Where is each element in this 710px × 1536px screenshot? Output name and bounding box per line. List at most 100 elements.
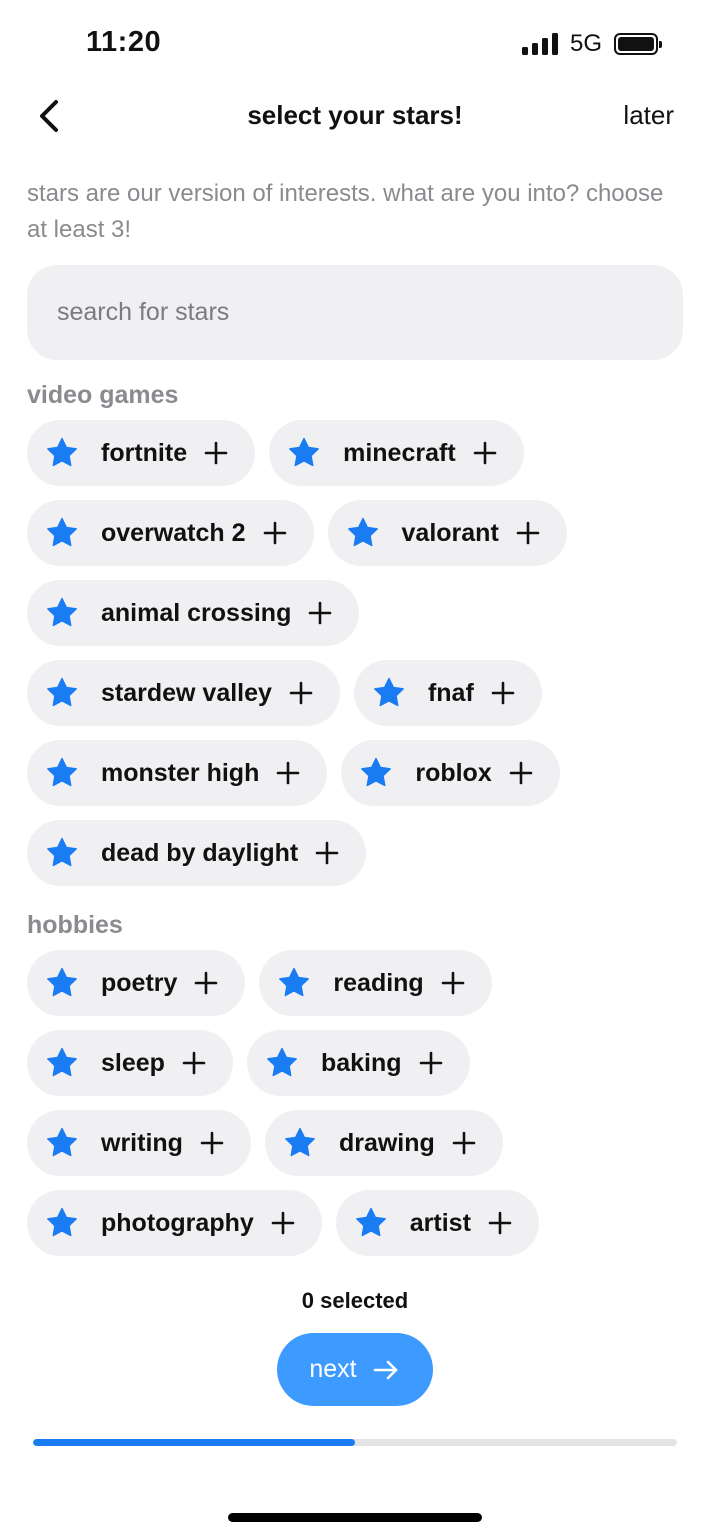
plus-icon [203, 440, 229, 466]
chip-row: poetry reading [27, 950, 710, 1016]
progress-fill [33, 1439, 355, 1446]
star-icon [45, 596, 79, 630]
chip-row: dead by daylight [27, 820, 710, 886]
chip-label: drawing [338, 1128, 435, 1157]
arrow-right-icon [373, 1360, 397, 1379]
star-icon [372, 676, 406, 710]
star-chip[interactable]: fortnite [27, 420, 256, 486]
chip-row: animal crossing [27, 580, 710, 646]
star-chip[interactable]: fnaf [353, 660, 542, 726]
plus-icon [472, 440, 498, 466]
stars-list[interactable]: video games fortnite minecraft overwatch 2 v… [0, 370, 710, 1262]
plus-icon [451, 1130, 477, 1156]
star-chip[interactable]: drawing [264, 1110, 503, 1176]
chip-label: overwatch 2 [101, 518, 246, 547]
chip-row: fortnite minecraft [27, 420, 710, 486]
chip-label: roblox [415, 758, 492, 787]
status-bar: 11:20 5G [0, 0, 710, 90]
star-icon [45, 966, 79, 1000]
star-icon [346, 516, 380, 550]
star-icon [45, 1206, 79, 1240]
star-chip[interactable]: overwatch 2 [27, 500, 314, 566]
plus-icon [181, 1050, 207, 1076]
network-label: 5G [569, 30, 602, 57]
signal-icon [521, 33, 558, 55]
star-icon [45, 1126, 79, 1160]
chip-label: poetry [101, 968, 178, 997]
star-icon [354, 1206, 388, 1240]
plus-icon [199, 1130, 225, 1156]
chip-label: valorant [401, 518, 499, 547]
chip-label: stardew valley [101, 678, 272, 707]
star-chip[interactable]: valorant [327, 500, 567, 566]
star-icon [359, 756, 393, 790]
star-icon [45, 1046, 79, 1080]
star-icon [277, 966, 311, 1000]
plus-icon [275, 760, 301, 786]
star-chip[interactable]: minecraft [269, 420, 524, 486]
star-icon [45, 516, 79, 550]
star-chip[interactable]: baking [246, 1030, 470, 1096]
star-chip[interactable]: artist [335, 1190, 539, 1256]
plus-icon [314, 840, 340, 866]
star-chip[interactable]: animal crossing [27, 580, 360, 646]
plus-icon [508, 760, 534, 786]
home-indicator [228, 1513, 482, 1522]
next-button[interactable]: next [277, 1333, 433, 1406]
plus-icon [262, 520, 288, 546]
chip-row: sleep baking [27, 1030, 710, 1096]
star-icon [287, 436, 321, 470]
chip-label: minecraft [343, 438, 456, 467]
star-chip[interactable]: poetry [27, 950, 246, 1016]
star-chip[interactable]: photography [27, 1190, 322, 1256]
star-chip[interactable]: sleep [27, 1030, 233, 1096]
chip-label: fnaf [427, 678, 474, 707]
star-chip[interactable]: monster high [27, 740, 328, 806]
next-label: next [309, 1355, 357, 1383]
chip-label: writing [101, 1128, 183, 1157]
search-input[interactable] [27, 265, 683, 360]
chip-label: photography [101, 1208, 254, 1237]
star-icon [45, 676, 79, 710]
plus-icon [270, 1210, 296, 1236]
star-chip[interactable]: reading [259, 950, 492, 1016]
star-icon [283, 1126, 317, 1160]
plus-icon [487, 1210, 513, 1236]
chip-row: stardew valley fnaf [27, 660, 710, 726]
plus-icon [193, 970, 219, 996]
star-icon [265, 1046, 299, 1080]
star-icon [45, 436, 79, 470]
chip-row: overwatch 2 valorant [27, 500, 710, 566]
chip-label: fortnite [101, 438, 188, 467]
chip-label: artist [409, 1208, 471, 1237]
screen: 11:20 5G select your stars! later stars … [0, 0, 710, 1536]
chip-row: monster high roblox [27, 740, 710, 806]
chip-label: dead by daylight [101, 838, 299, 867]
later-button[interactable]: later [623, 100, 674, 131]
progress-bar [33, 1439, 677, 1446]
status-indicators: 5G [521, 30, 662, 58]
battery-icon [614, 33, 662, 55]
subtitle: stars are our version of interests. what… [27, 180, 664, 243]
section-title: hobbies [27, 911, 123, 939]
section-title: video games [27, 381, 179, 409]
chip-row: photography artist [27, 1190, 710, 1256]
plus-icon [418, 1050, 444, 1076]
nav-bar: select your stars! later [0, 88, 710, 144]
chip-label: reading [333, 968, 424, 997]
plus-icon [515, 520, 541, 546]
page-title: select your stars! [247, 100, 463, 130]
star-icon [45, 756, 79, 790]
plus-icon [307, 600, 333, 626]
star-chip[interactable]: writing [27, 1110, 251, 1176]
selected-count: 0 selected [301, 1288, 409, 1313]
star-chip[interactable]: roblox [341, 740, 560, 806]
status-time: 11:20 [86, 26, 162, 58]
plus-icon [288, 680, 314, 706]
star-chip[interactable]: dead by daylight [27, 820, 367, 886]
star-chip[interactable]: stardew valley [27, 660, 340, 726]
chip-label: sleep [101, 1048, 165, 1077]
star-icon [45, 836, 79, 870]
chip-row: writing drawing [27, 1110, 710, 1176]
plus-icon [490, 680, 516, 706]
